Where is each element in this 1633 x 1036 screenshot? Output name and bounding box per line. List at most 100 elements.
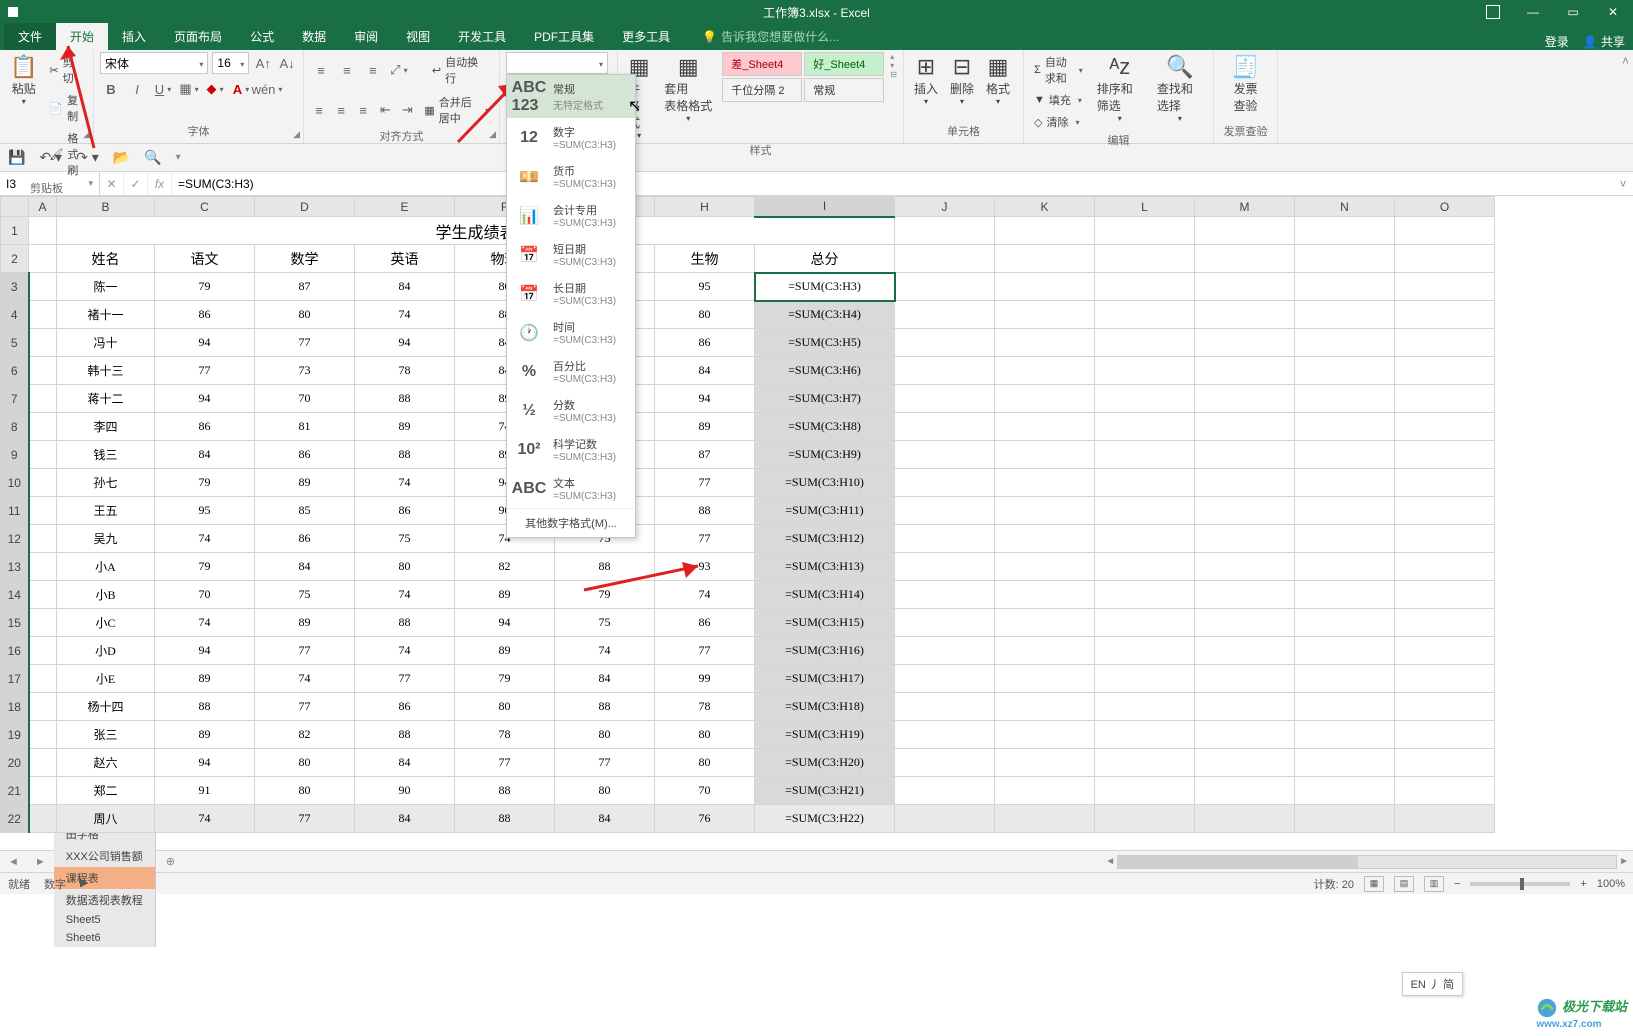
cell[interactable]: 86 [255,441,355,469]
wrap-text-button[interactable]: ↩自动换行 [428,52,493,88]
cell[interactable]: 89 [455,637,555,665]
sheet-nav-prev-icon[interactable]: ◄ [0,856,27,868]
cell[interactable]: 84 [655,357,755,385]
cell[interactable]: 80 [655,721,755,749]
underline-icon[interactable]: U [152,78,174,100]
indent-increase-icon[interactable]: ⇥ [398,99,416,121]
fx-icon[interactable]: fx [148,172,172,195]
cell[interactable]: 84 [355,273,455,301]
cell[interactable]: 80 [555,777,655,805]
cell[interactable]: 70 [655,777,755,805]
row-header-12[interactable]: 12 [1,525,29,553]
tell-me[interactable]: 💡告诉我您想要做什么... [694,23,847,50]
cell[interactable]: 93 [655,553,755,581]
cell[interactable]: 褚十一 [57,301,155,329]
tab-审阅[interactable]: 审阅 [340,23,392,50]
view-normal-icon[interactable]: ▦ [1364,876,1384,892]
cell[interactable]: 89 [655,413,755,441]
view-page-break-icon[interactable]: ▥ [1424,876,1444,892]
sheet-tab-Sheet6[interactable]: Sheet6 [54,929,156,947]
cell[interactable]: 77 [255,329,355,357]
cell[interactable]: 86 [155,413,255,441]
collapse-ribbon-icon[interactable]: ˄ [1622,54,1629,68]
cell[interactable]: =SUM(C3:H10) [755,469,895,497]
numfmt-百分比[interactable]: %百分比=SUM(C3:H3) [507,352,635,391]
border-icon[interactable]: ▦ [178,78,200,100]
numfmt-数字[interactable]: 12数字=SUM(C3:H3) [507,118,635,157]
cell[interactable]: 78 [655,693,755,721]
cell[interactable]: 81 [255,413,355,441]
numfmt-会计专用[interactable]: 📊会计专用=SUM(C3:H3) [507,196,635,235]
cell[interactable]: =SUM(C3:H12) [755,525,895,553]
row-header-4[interactable]: 4 [1,301,29,329]
cell[interactable]: 88 [355,441,455,469]
cell[interactable]: 88 [555,693,655,721]
cell[interactable]: 吴九 [57,525,155,553]
fill-color-icon[interactable]: ◆ [204,78,226,100]
cell[interactable]: 74 [355,581,455,609]
qat-customize-icon[interactable]: ▾ [176,152,181,163]
cell[interactable]: 77 [355,665,455,693]
align-bottom-icon[interactable]: ≡ [362,59,384,81]
numfmt-货币[interactable]: 💴货币=SUM(C3:H3) [507,157,635,196]
cell[interactable]: 李四 [57,413,155,441]
cell[interactable]: 孙七 [57,469,155,497]
cell[interactable]: 90 [355,777,455,805]
col-header-H[interactable]: H [655,197,755,217]
horizontal-scrollbar[interactable] [1117,855,1617,869]
cell[interactable]: =SUM(C3:H5) [755,329,895,357]
row-header-9[interactable]: 9 [1,441,29,469]
col-header-E[interactable]: E [355,197,455,217]
cell[interactable]: 74 [555,637,655,665]
tab-开始[interactable]: 开始 [56,23,108,50]
cell[interactable]: 70 [155,581,255,609]
cell[interactable]: 74 [155,609,255,637]
cell[interactable]: 74 [355,301,455,329]
cell[interactable]: 88 [555,553,655,581]
cell[interactable]: 小C [57,609,155,637]
row-header-22[interactable]: 22 [1,805,29,833]
font-size-select[interactable]: 16 [212,52,249,74]
find-select-button[interactable]: 🔍查找和选择▾ [1153,52,1207,125]
sort-filter-button[interactable]: ᴬᴢ排序和筛选▾ [1093,52,1147,125]
add-sheet-icon[interactable]: ⊕ [156,855,185,868]
sheet-tab-Sheet5[interactable]: Sheet5 [54,911,156,929]
cell[interactable]: 韩十三 [57,357,155,385]
cell[interactable]: 小B [57,581,155,609]
dialog-launcher-icon[interactable]: ◢ [293,129,300,140]
row-header-14[interactable]: 14 [1,581,29,609]
cell[interactable]: =SUM(C3:H15) [755,609,895,637]
cell[interactable]: 77 [655,637,755,665]
row-header-20[interactable]: 20 [1,749,29,777]
row-header-8[interactable]: 8 [1,413,29,441]
cell[interactable]: =SUM(C3:H8) [755,413,895,441]
col-header-N[interactable]: N [1295,197,1395,217]
cell[interactable]: 94 [155,637,255,665]
cell[interactable]: 95 [155,497,255,525]
cell[interactable]: 陈一 [57,273,155,301]
cell[interactable]: 80 [255,301,355,329]
cell[interactable]: 84 [255,553,355,581]
table-format-button[interactable]: ▦套用 表格格式▾ [660,52,716,125]
clear-button[interactable]: ◇清除 [1030,112,1087,132]
cell[interactable]: 79 [155,273,255,301]
cell[interactable]: 79 [455,665,555,693]
align-top-icon[interactable]: ≡ [310,59,332,81]
cell[interactable]: 郑二 [57,777,155,805]
font-color-icon[interactable]: A [230,78,252,100]
accept-formula-icon[interactable]: ✓ [124,172,148,195]
insert-cells-button[interactable]: ⊞插入▾ [910,52,942,108]
cell[interactable]: 77 [655,469,755,497]
col-header-K[interactable]: K [995,197,1095,217]
cell[interactable]: 王五 [57,497,155,525]
italic-icon[interactable]: I [126,78,148,100]
tab-视图[interactable]: 视图 [392,23,444,50]
cell[interactable]: 94 [355,329,455,357]
col-header-M[interactable]: M [1195,197,1295,217]
cell[interactable]: 84 [555,665,655,693]
delete-cells-button[interactable]: ⊟删除▾ [946,52,978,108]
cell[interactable]: 80 [355,553,455,581]
cell[interactable]: 杨十四 [57,693,155,721]
cell[interactable]: =SUM(C3:H20) [755,749,895,777]
tab-公式[interactable]: 公式 [236,23,288,50]
